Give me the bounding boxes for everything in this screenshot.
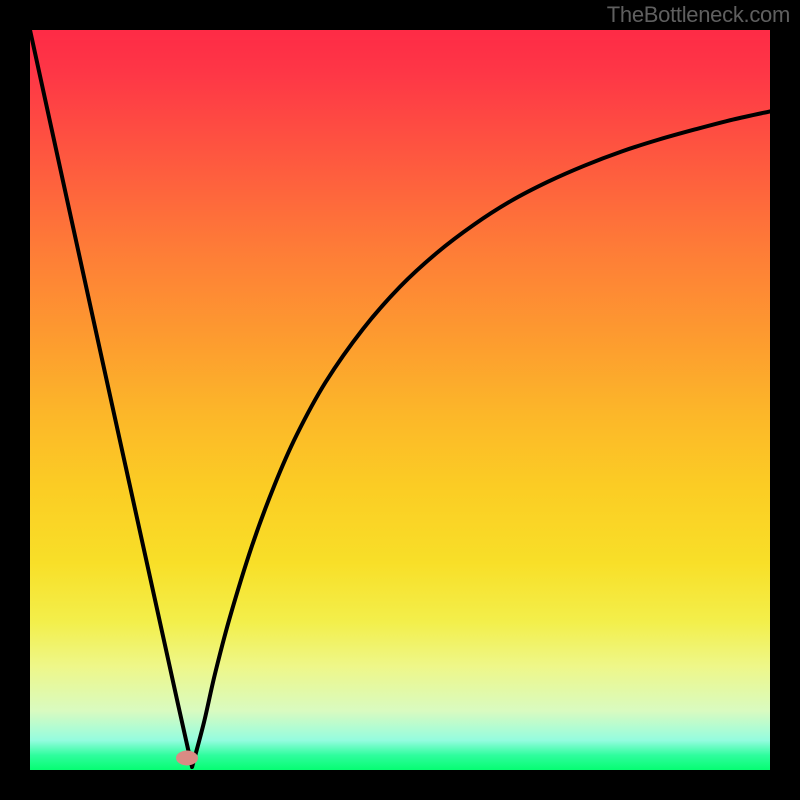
plot-area xyxy=(30,30,770,770)
curve-svg xyxy=(30,30,770,770)
watermark-text: TheBottleneck.com xyxy=(607,2,790,28)
chart-frame: TheBottleneck.com xyxy=(0,0,800,800)
optimum-marker xyxy=(176,751,198,766)
bottleneck-curve xyxy=(30,30,770,767)
